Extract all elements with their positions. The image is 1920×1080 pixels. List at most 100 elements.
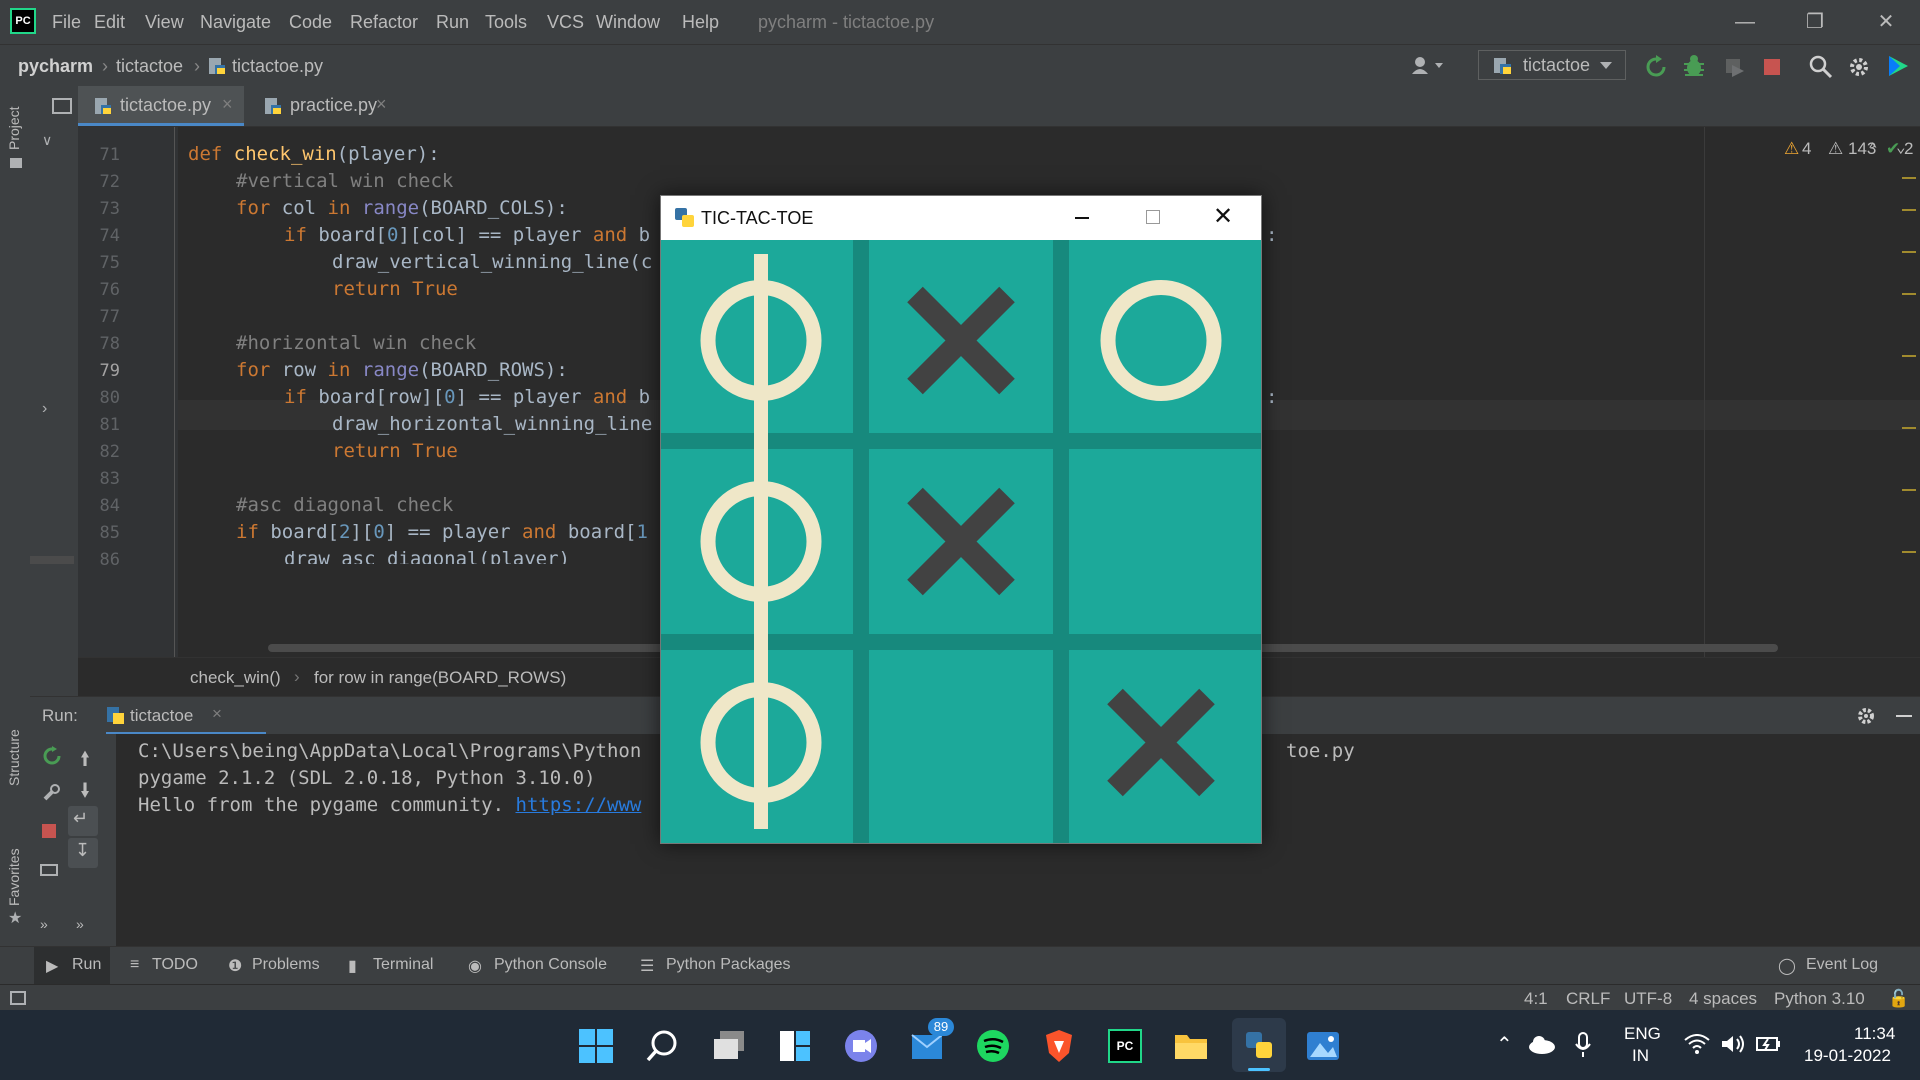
run-tab[interactable]: tictactoe × xyxy=(106,697,266,735)
language-region[interactable]: IN xyxy=(1632,1046,1649,1066)
brave-browser-icon[interactable] xyxy=(1042,1029,1076,1063)
file-explorer-icon[interactable] xyxy=(1174,1029,1208,1063)
close-button[interactable]: ✕ xyxy=(1866,6,1906,38)
scrollbar[interactable] xyxy=(30,556,74,564)
user-icon[interactable] xyxy=(1410,55,1446,75)
close-tab-icon[interactable]: × xyxy=(212,704,222,724)
close-tab-icon[interactable]: × xyxy=(376,94,387,115)
next-highlight-icon[interactable]: ⌄ xyxy=(1896,137,1906,156)
debug-icon[interactable] xyxy=(1682,54,1706,78)
previous-highlight-icon[interactable]: ⌃ xyxy=(1868,139,1878,158)
layout-icon[interactable] xyxy=(40,864,58,876)
menu-window[interactable]: Window xyxy=(596,12,660,33)
nav-file[interactable]: tictactoe.py xyxy=(232,56,323,77)
photos-icon[interactable] xyxy=(1306,1029,1340,1063)
scroll-to-end-toggle[interactable]: ↧ xyxy=(68,838,98,868)
menu-help[interactable]: Help xyxy=(682,12,719,33)
menu-edit[interactable]: Edit xyxy=(94,12,125,33)
structure-tool-button[interactable]: Structure xyxy=(6,729,22,786)
indent-setting[interactable]: 4 spaces xyxy=(1689,989,1757,1009)
tool-python-console-button[interactable]: Python Console xyxy=(494,956,607,974)
clock-date[interactable]: 19-01-2022 xyxy=(1804,1046,1891,1066)
stop-button[interactable] xyxy=(1764,59,1780,75)
stop-button[interactable] xyxy=(42,824,56,838)
pygame-taskbar-button[interactable] xyxy=(1232,1018,1286,1072)
restore-button[interactable]: ❐ xyxy=(1795,6,1835,38)
menu-vcs[interactable]: VCS xyxy=(547,12,584,33)
breadcrumb-function[interactable]: check_win() xyxy=(190,668,281,688)
pygame-window[interactable]: TIC-TAC-TOE ✕ xyxy=(660,195,1262,844)
board-cell[interactable] xyxy=(1061,240,1261,441)
pygame-link[interactable]: https://www xyxy=(516,794,642,816)
clock-time[interactable]: 11:34 xyxy=(1854,1024,1895,1044)
breadcrumb-statement[interactable]: for row in range(BOARD_ROWS) xyxy=(314,668,566,688)
menu-view[interactable]: View xyxy=(145,12,184,33)
settings-gear-icon[interactable] xyxy=(1847,55,1871,79)
rerun-icon[interactable] xyxy=(42,746,62,766)
layout-icon[interactable] xyxy=(10,991,26,1005)
arrow-down-icon[interactable]: 🠛 xyxy=(80,776,90,810)
tool-problems-button[interactable]: Problems xyxy=(252,956,320,974)
rerun-icon[interactable] xyxy=(1644,55,1668,79)
coverage-icon[interactable] xyxy=(1722,55,1746,79)
menu-code[interactable]: Code xyxy=(289,12,332,33)
interpreter[interactable]: Python 3.10 xyxy=(1774,989,1865,1009)
board-cell[interactable] xyxy=(1061,441,1261,642)
tool-run-button[interactable]: ▶ Run xyxy=(34,947,110,985)
menu-refactor[interactable]: Refactor xyxy=(350,12,418,33)
search-icon[interactable] xyxy=(1808,54,1834,80)
hide-panel-icon[interactable] xyxy=(1896,715,1912,717)
inspection-widget[interactable]: ⚠ 4 ⚠ 143 ✔ 2 xyxy=(1708,137,1918,161)
settings-gear-icon[interactable] xyxy=(1856,706,1876,726)
nav-folder[interactable]: tictactoe xyxy=(116,56,183,77)
minimize-button[interactable] xyxy=(1075,217,1089,219)
search-icon[interactable] xyxy=(646,1029,680,1063)
more-icon[interactable]: » xyxy=(40,916,48,932)
caret-position[interactable]: 4:1 xyxy=(1524,989,1548,1009)
project-tool-button[interactable]: Project xyxy=(6,106,22,150)
tictactoe-board[interactable] xyxy=(661,240,1261,843)
task-view-icon[interactable] xyxy=(712,1029,746,1063)
spotify-icon[interactable] xyxy=(976,1029,1010,1063)
chevron-down-icon[interactable]: ∨ xyxy=(42,132,52,149)
maximize-button[interactable] xyxy=(1146,210,1160,224)
battery-icon[interactable] xyxy=(1756,1034,1782,1054)
favorites-tool-button[interactable]: Favorites xyxy=(6,848,22,906)
menu-navigate[interactable]: Navigate xyxy=(200,12,271,33)
lock-icon[interactable]: 🔓 xyxy=(1888,989,1909,1009)
error-stripe[interactable] xyxy=(1902,167,1916,607)
close-button[interactable]: ✕ xyxy=(1213,202,1233,231)
language-indicator[interactable]: ENG xyxy=(1624,1024,1661,1044)
more-icon[interactable]: » xyxy=(76,916,84,932)
windows-start-icon[interactable] xyxy=(579,1029,613,1063)
teams-chat-icon[interactable] xyxy=(844,1029,878,1063)
tab-practice-py[interactable]: practice.py × xyxy=(248,86,398,126)
tool-python-packages-button[interactable]: Python Packages xyxy=(666,956,791,974)
soft-wrap-toggle[interactable]: ↵ xyxy=(68,806,98,836)
run-configuration-select[interactable]: tictactoe xyxy=(1478,50,1626,80)
wifi-icon[interactable] xyxy=(1684,1034,1710,1054)
onedrive-cloud-icon[interactable] xyxy=(1528,1034,1556,1054)
layout-icon[interactable] xyxy=(52,98,72,114)
event-log-button[interactable]: Event Log xyxy=(1806,956,1878,974)
jetbrains-toolbox-icon[interactable] xyxy=(1886,54,1910,78)
wrench-icon[interactable] xyxy=(42,782,62,802)
show-hidden-icons[interactable]: ⌃ xyxy=(1496,1032,1513,1057)
widgets-icon[interactable] xyxy=(778,1029,812,1063)
nav-project[interactable]: pycharm xyxy=(18,56,93,77)
file-encoding[interactable]: UTF-8 xyxy=(1624,989,1672,1009)
pygame-title-bar[interactable]: TIC-TAC-TOE ✕ xyxy=(661,196,1261,240)
minimize-button[interactable]: — xyxy=(1725,6,1765,38)
tab-tictactoe-py[interactable]: tictactoe.py × xyxy=(78,86,244,126)
volume-icon[interactable] xyxy=(1720,1034,1746,1054)
pycharm-taskbar-icon[interactable]: PC xyxy=(1108,1029,1142,1063)
microphone-icon[interactable] xyxy=(1574,1032,1592,1058)
board-cell[interactable] xyxy=(861,642,1061,843)
menu-run[interactable]: Run xyxy=(436,12,469,33)
tool-todo-button[interactable]: TODO xyxy=(152,956,198,974)
menu-file[interactable]: File xyxy=(52,12,81,33)
menu-tools[interactable]: Tools xyxy=(485,12,527,33)
tool-terminal-button[interactable]: Terminal xyxy=(373,956,433,974)
line-separator[interactable]: CRLF xyxy=(1566,989,1610,1009)
arrow-up-icon[interactable]: 🠙 xyxy=(80,744,90,778)
